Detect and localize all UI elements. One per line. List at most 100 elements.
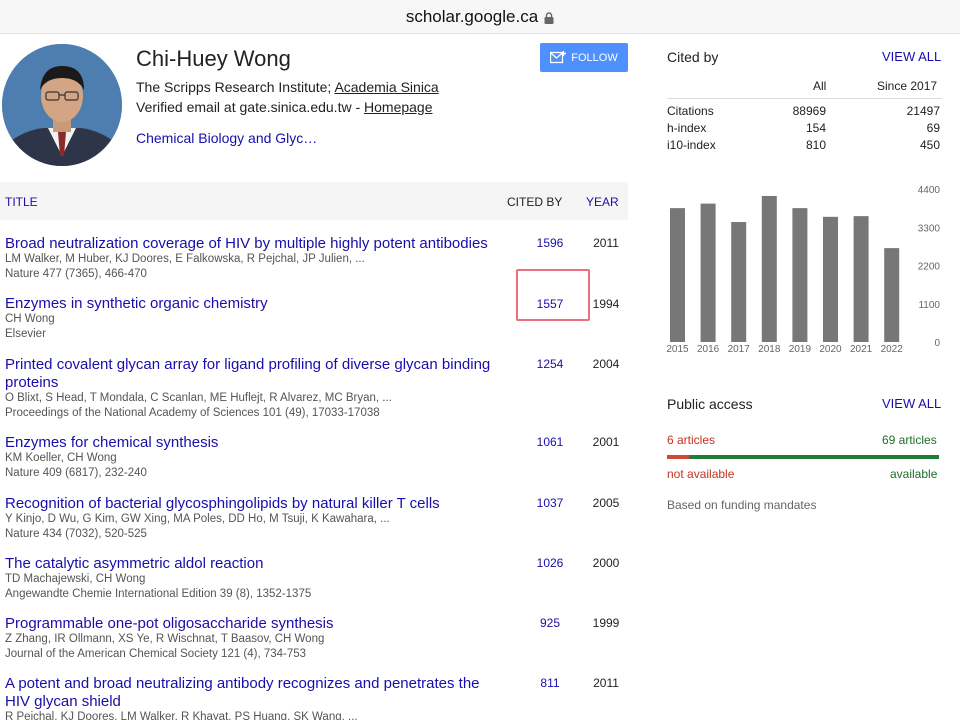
bar-2018[interactable]	[761, 195, 777, 342]
public-access-bar	[667, 455, 939, 459]
metrics-row-h-index: h-index 154 69	[662, 121, 946, 139]
x-tick-label: 2022	[881, 344, 904, 355]
y-tick-label: 1100	[918, 300, 940, 311]
x-tick-label: 2015	[666, 344, 689, 355]
bar-2019[interactable]	[792, 208, 808, 342]
article-year: 2000	[592, 556, 620, 570]
article-venue: Nature 477 (7365), 466-470	[5, 268, 147, 280]
y-tick-label: 4400	[918, 185, 941, 196]
bar-2020[interactable]	[823, 216, 838, 342]
bar-2022[interactable]	[884, 248, 900, 342]
email-text: Verified email at gate.sinica.edu.tw -	[136, 99, 365, 115]
x-tick-label: 2020	[819, 344, 842, 355]
cited-by-view-all-link[interactable]: VIEW ALL	[882, 49, 941, 64]
follow-label: FOLLOW	[571, 51, 618, 64]
x-tick-label: 2018	[758, 344, 781, 355]
table-row: The catalytic asymmetric aldol reaction …	[0, 555, 628, 605]
y-tick-label: 2200	[918, 262, 941, 273]
highlight-annotation-box	[516, 269, 590, 321]
not-available-bar-segment	[667, 455, 689, 459]
affiliation-link[interactable]: Academia Sinica	[334, 79, 438, 95]
x-tick-label: 2016	[697, 344, 720, 355]
metric-all: 154	[805, 121, 826, 135]
metric-label: Citations	[667, 104, 714, 118]
table-row: Programmable one-pot oligosaccharide syn…	[0, 615, 628, 665]
article-year: 2011	[593, 236, 619, 250]
metric-since: 450	[919, 138, 940, 152]
sort-by-title[interactable]: TITLE	[5, 195, 38, 209]
article-authors: Y Kinjo, D Wu, G Kim, GW Xing, MA Poles,…	[5, 513, 390, 525]
article-year: 2004	[592, 357, 620, 371]
metric-all: 810	[805, 138, 826, 152]
funding-mandates-note: Based on funding mandates	[667, 498, 817, 512]
y-tick-label: 3300	[918, 223, 941, 234]
article-authors: CH Wong	[5, 313, 55, 325]
metrics-col-all: All	[813, 79, 827, 93]
articles-table-header: TITLE CITED BY YEAR	[0, 182, 628, 220]
lock-icon	[544, 11, 554, 24]
article-title-link[interactable]: Programmable one-pot oligosaccharide syn…	[5, 615, 505, 633]
cited-by-link[interactable]: 1254	[520, 357, 580, 371]
profile-email: Verified email at gate.sinica.edu.tw - H…	[136, 99, 433, 115]
sort-by-cited[interactable]: CITED BY	[507, 195, 562, 209]
bar-2017[interactable]	[731, 222, 747, 342]
article-year: 1999	[592, 616, 620, 630]
cited-by-link[interactable]: 1596	[520, 236, 580, 250]
public-access-title: Public access	[667, 396, 753, 412]
article-venue: Nature 409 (6817), 232-240	[5, 467, 147, 479]
bar-2016[interactable]	[700, 203, 716, 342]
x-tick-label: 2017	[728, 344, 751, 355]
cited-by-link[interactable]: 1026	[520, 556, 580, 570]
metrics-divider	[667, 98, 942, 99]
research-interest-link[interactable]: Chemical Biology and Glyc…	[136, 130, 317, 146]
article-title-link[interactable]: Printed covalent glycan array for ligand…	[5, 356, 505, 392]
avatar	[2, 44, 122, 166]
article-authors: O Blixt, S Head, T Mondala, C Scanlan, M…	[5, 392, 392, 404]
available-count-link[interactable]: 69 articles	[882, 433, 937, 447]
article-year: 2001	[592, 435, 620, 449]
mail-icon	[550, 51, 567, 64]
cited-by-link[interactable]: 1061	[520, 435, 580, 449]
article-venue: Nature 434 (7032), 520-525	[5, 528, 147, 540]
browser-url-bar[interactable]: scholar.google.ca	[0, 0, 960, 34]
article-authors: LM Walker, M Huber, KJ Doores, E Falkows…	[5, 253, 365, 265]
metric-all: 88969	[792, 104, 826, 118]
public-access-view-all-link[interactable]: VIEW ALL	[882, 396, 941, 411]
not-available-label: not available	[667, 467, 735, 481]
metrics-row-i10-index: i10-index 810 450	[662, 138, 946, 156]
article-title-link[interactable]: Enzymes in synthetic organic chemistry	[5, 295, 505, 313]
article-title-link[interactable]: Broad neutralization coverage of HIV by …	[5, 235, 505, 253]
follow-button[interactable]: FOLLOW	[540, 43, 628, 72]
article-authors: TD Machajewski, CH Wong	[5, 573, 146, 585]
article-title-link[interactable]: The catalytic asymmetric aldol reaction	[5, 555, 505, 573]
article-venue: Proceedings of the National Academy of S…	[5, 407, 380, 419]
homepage-link[interactable]: Homepage	[364, 99, 433, 115]
affiliation-text: The Scripps Research Institute;	[136, 79, 335, 95]
sort-by-year[interactable]: YEAR	[586, 195, 619, 209]
article-venue: Angewandte Chemie International Edition …	[5, 588, 312, 600]
article-year: 2005	[592, 496, 620, 510]
bar-2021[interactable]	[853, 216, 869, 342]
metrics-col-since: Since 2017	[877, 79, 938, 93]
article-authors: Z Zhang, IR Ollmann, XS Ye, R Wischnat, …	[5, 633, 325, 645]
article-title-link[interactable]: Enzymes for chemical synthesis	[5, 434, 505, 452]
table-row: A potent and broad neutralizing antibody…	[0, 675, 628, 720]
profile-name: Chi-Huey Wong	[136, 46, 291, 71]
cited-by-link[interactable]: 925	[520, 616, 580, 630]
x-tick-label: 2019	[789, 344, 812, 355]
article-title-link[interactable]: Recognition of bacterial glycosphingolip…	[5, 495, 505, 513]
url-text: scholar.google.ca	[405, 6, 539, 26]
citations-per-year-chart: 2015 2016 2017 2018 2019 2020 2021 2022 4400 3300…	[666, 185, 941, 355]
table-row: Printed covalent glycan array for ligand…	[0, 356, 628, 424]
profile-affiliation: The Scripps Research Institute; Academia…	[136, 79, 439, 95]
bar-2015[interactable]	[670, 208, 685, 342]
metric-since: 69	[926, 121, 940, 135]
cited-by-title: Cited by	[667, 49, 719, 65]
not-available-count-link[interactable]: 6 articles	[667, 433, 715, 447]
article-title-link[interactable]: A potent and broad neutralizing antibody…	[5, 675, 505, 711]
table-row: Enzymes for chemical synthesis KM Koelle…	[0, 434, 628, 484]
article-authors: KM Koeller, CH Wong	[5, 452, 117, 464]
cited-by-link[interactable]: 811	[520, 676, 580, 690]
article-authors: R Pejchal, KJ Doores, LM Walker, R Khaya…	[5, 711, 358, 720]
cited-by-link[interactable]: 1037	[520, 496, 580, 510]
